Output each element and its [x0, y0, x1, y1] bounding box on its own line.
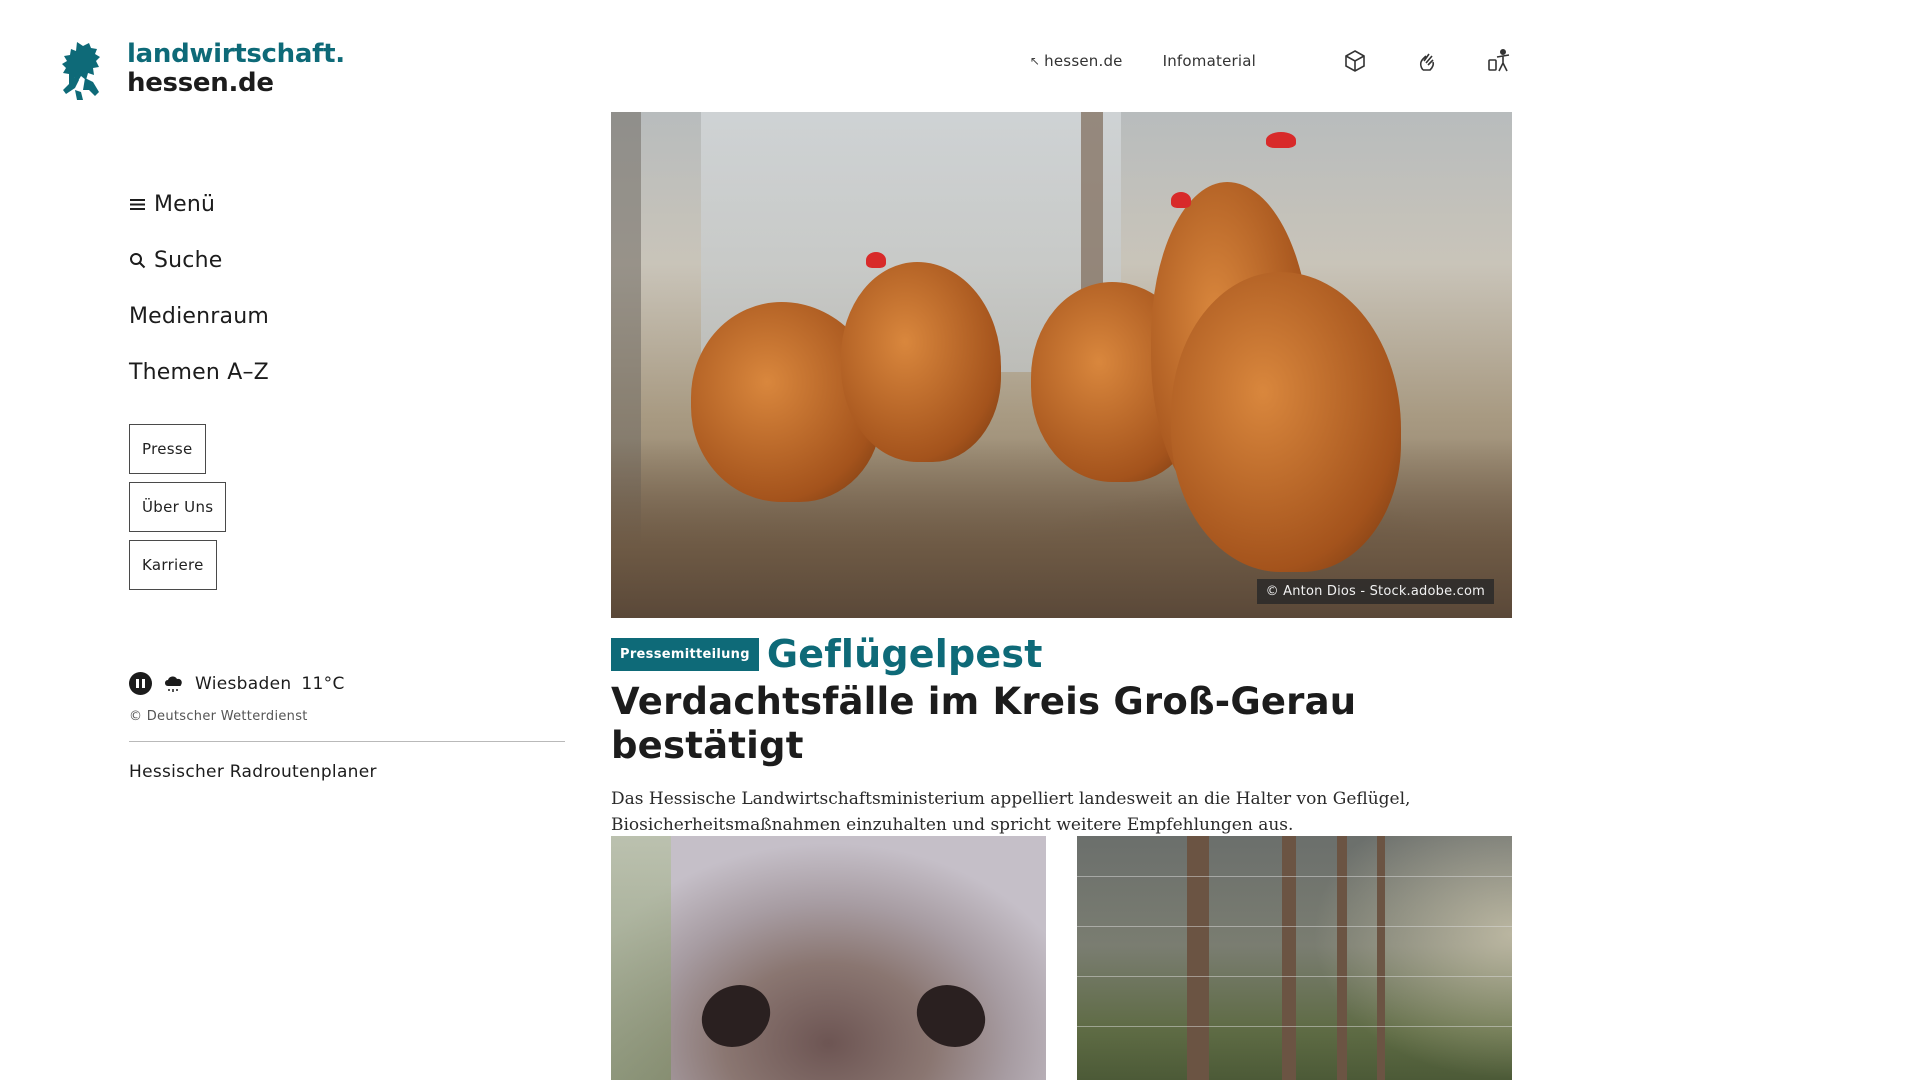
site-logo[interactable]: landwirtschaft. hessen.de	[55, 40, 345, 102]
top-navigation: ↖ hessen.de Infomaterial	[1030, 48, 1512, 74]
hessen-de-link[interactable]: ↖ hessen.de	[1030, 52, 1123, 70]
cow-nose-image[interactable]	[611, 836, 1046, 1080]
sign-language-icon[interactable]	[1414, 48, 1440, 74]
rain-cloud-icon	[165, 675, 182, 692]
logo-text-line2: hessen.de	[127, 68, 274, 98]
weather-credit: © Deutscher Wetterdienst	[129, 709, 308, 724]
pause-button[interactable]	[129, 672, 152, 695]
fence-post-3	[1337, 836, 1347, 1080]
fence-image[interactable]	[1077, 836, 1512, 1080]
search-link[interactable]: Suche	[129, 246, 565, 274]
search-icon	[130, 252, 146, 268]
teaser-kicker: Geflügelpest	[766, 632, 1043, 676]
hamburger-icon	[130, 198, 145, 210]
sidebar-button-group: Presse Über Uns Karriere	[129, 424, 565, 598]
arrow-up-left-icon: ↖	[1029, 54, 1041, 68]
cow-nostril-left	[691, 974, 781, 1058]
fence-wire-1	[1077, 876, 1512, 877]
weather-temperature: 11°C	[301, 673, 345, 694]
infomaterial-link[interactable]: Infomaterial	[1163, 52, 1256, 70]
hessen-de-label: hessen.de	[1044, 52, 1123, 70]
infomaterial-label: Infomaterial	[1162, 52, 1256, 70]
menu-label: Menü	[154, 191, 216, 217]
hen-comb-2	[1266, 132, 1296, 148]
sidebar-divider	[129, 741, 565, 742]
menu-link[interactable]: Menü	[129, 190, 565, 218]
press-teaser[interactable]: Pressemitteilung Geflügelpest Verdachtsf…	[611, 632, 1512, 838]
sidebar: Menü Suche Medienraum Themen A–Z Presse …	[129, 190, 565, 782]
weather-widget: Wiesbaden 11°C	[129, 672, 565, 695]
teaser-lead: Das Hessische Landwirtschaftsministerium…	[611, 789, 1411, 835]
cow-nostril-right	[906, 974, 996, 1058]
ueber-uns-button[interactable]: Über Uns	[129, 482, 227, 532]
hero-image-credit: © Anton Dios - Stock.adobe.com	[1256, 579, 1494, 604]
weather-city: Wiesbaden	[195, 673, 292, 694]
teaser-headline[interactable]: Verdachtsfälle im Kreis Groß-Gerau bestä…	[611, 680, 1512, 768]
search-label: Suche	[154, 247, 223, 273]
category-badge: Pressemitteilung	[611, 637, 759, 671]
hero-image[interactable]: © Anton Dios - Stock.adobe.com	[611, 112, 1512, 618]
fence-post-4	[1377, 836, 1385, 1080]
easy-language-icon[interactable]	[1342, 48, 1368, 74]
hen-comb-3	[866, 252, 886, 268]
fence-post-1	[1187, 836, 1209, 1080]
karriere-button[interactable]: Karriere	[129, 540, 217, 590]
logo-text-line1: landwirtschaft.	[127, 39, 345, 69]
hessen-lion-icon	[62, 42, 100, 100]
fence-wire-4	[1077, 1026, 1512, 1027]
fence-post-2	[1282, 836, 1296, 1080]
cow-image-grass	[611, 836, 671, 1080]
accessibility-icon[interactable]	[1486, 48, 1512, 74]
fence-wire-3	[1077, 976, 1512, 977]
hen-comb-1	[1171, 192, 1191, 208]
radroutenplaner-link[interactable]: Hessischer Radroutenplaner	[129, 762, 565, 782]
presse-button[interactable]: Presse	[129, 424, 206, 474]
themen-az-link[interactable]: Themen A–Z	[129, 358, 565, 386]
fence-wire-2	[1077, 926, 1512, 927]
teaser-title-row: Pressemitteilung Geflügelpest	[611, 632, 1512, 676]
medienraum-link[interactable]: Medienraum	[129, 302, 565, 330]
